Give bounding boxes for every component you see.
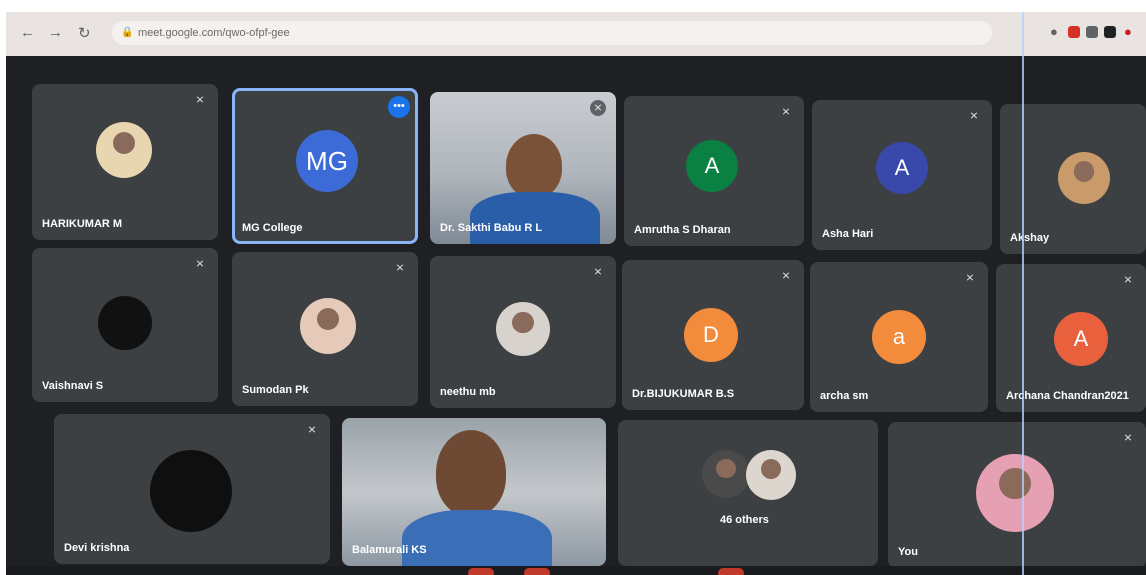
- participant-tile[interactable]: D ⨯ Dr.BIJUKUMAR B.S: [622, 260, 804, 410]
- participant-tile[interactable]: A ⨯ Amrutha S Dharan: [624, 96, 804, 246]
- reload-icon[interactable]: ↻: [78, 24, 91, 42]
- meeting-screen: ← → ↻ 🔒 meet.google.com/qwo-ofpf-gee ● ●…: [6, 12, 1146, 575]
- mic-off-icon: ⨯: [969, 110, 979, 122]
- participant-photo: [496, 302, 550, 356]
- end-call-button[interactable]: [718, 568, 744, 575]
- mic-off-icon: ⨯: [307, 424, 317, 436]
- participant-tile[interactable]: A ⨯ Archana Chandran2021: [996, 264, 1146, 412]
- initials-avatar: A: [1054, 312, 1108, 366]
- participant-photo: [976, 454, 1054, 532]
- avatar-initials: D: [703, 322, 719, 347]
- participant-name: Amrutha S Dharan: [634, 224, 731, 236]
- mic-button[interactable]: [468, 568, 494, 575]
- initials-avatar: D: [684, 308, 738, 362]
- mic-off-icon: ⨯: [1123, 432, 1133, 444]
- mic-off-icon: ⨯: [590, 100, 606, 116]
- mic-off-icon: ⨯: [1123, 274, 1133, 286]
- participant-name: Vaishnavi S: [42, 380, 104, 392]
- mic-off-icon: ⨯: [195, 258, 205, 270]
- avatar-initials: A: [704, 153, 720, 178]
- mic-off-icon: ⨯: [395, 262, 405, 274]
- participant-photo: [96, 122, 152, 178]
- avatar-initials: A: [894, 155, 910, 180]
- participant-name: Balamurali KS: [352, 544, 427, 556]
- self-tile[interactable]: ⨯ You: [888, 422, 1146, 568]
- participant-tile[interactable]: MG ••• MG College: [232, 88, 418, 244]
- participant-photo: [300, 298, 356, 354]
- participant-photo: [702, 450, 750, 498]
- extension-icon[interactable]: [1086, 26, 1098, 38]
- participant-video-tile[interactable]: Balamurali KS: [342, 418, 606, 566]
- camera-button[interactable]: [524, 568, 550, 575]
- avatar-initials: A: [1073, 326, 1089, 351]
- extension-icon[interactable]: [1104, 26, 1116, 38]
- participant-name: HARIKUMAR M: [42, 218, 123, 230]
- mic-off-icon: ⨯: [593, 266, 603, 278]
- others-count: 46 others: [720, 514, 769, 526]
- mic-off-icon: ⨯: [965, 272, 975, 284]
- participant-name: Asha Hari: [822, 228, 874, 240]
- participant-tile[interactable]: ⨯ neethu mb: [430, 256, 616, 408]
- participant-grid: ⨯ HARIKUMAR M MG ••• MG College ⨯ Dr. Sa…: [6, 56, 1146, 575]
- address-bar[interactable]: 🔒 meet.google.com/qwo-ofpf-gee: [112, 21, 992, 45]
- others-tile[interactable]: 46 others: [618, 420, 878, 566]
- participant-photo: [1058, 152, 1110, 204]
- participant-video-tile[interactable]: ⨯ Dr. Sakthi Babu R L: [430, 92, 616, 244]
- meeting-controls-bar: [6, 566, 1146, 575]
- arrow-left-icon[interactable]: ←: [20, 24, 35, 41]
- participant-tile[interactable]: ⨯ Vaishnavi S: [32, 248, 218, 402]
- participant-photo: [150, 450, 232, 532]
- avatar-icon[interactable]: ●: [1124, 24, 1132, 39]
- participant-photo: [746, 450, 796, 500]
- participant-tile[interactable]: ⨯ Sumodan Pk: [232, 252, 418, 406]
- participant-name: Dr. Sakthi Babu R L: [440, 222, 543, 234]
- url-text: meet.google.com/qwo-ofpf-gee: [138, 27, 290, 39]
- participant-name: Archana Chandran2021: [1006, 390, 1129, 402]
- initials-avatar: a: [872, 310, 926, 364]
- screen-glare-line: [1022, 12, 1024, 575]
- participant-name: Sumodan Pk: [242, 384, 309, 396]
- avatar-initials: a: [892, 324, 906, 349]
- initials-avatar: A: [686, 140, 738, 192]
- participant-name: Akshay: [1010, 232, 1050, 244]
- initials-avatar: MG: [296, 130, 358, 192]
- mic-off-icon: ⨯: [781, 106, 791, 118]
- profile-icon[interactable]: ●: [1050, 24, 1058, 39]
- avatar-initials: MG: [306, 146, 348, 176]
- lock-icon: 🔒: [121, 27, 134, 38]
- participant-tile[interactable]: a ⨯ archa sm: [810, 262, 988, 412]
- more-options-icon[interactable]: •••: [388, 96, 410, 118]
- mic-off-icon: ⨯: [195, 94, 205, 106]
- participant-name: neethu mb: [440, 386, 496, 398]
- initials-avatar: A: [876, 142, 928, 194]
- participant-name: MG College: [242, 222, 303, 234]
- participant-name: Dr.BIJUKUMAR B.S: [632, 388, 735, 400]
- participant-tile[interactable]: A ⨯ Asha Hari: [812, 100, 992, 250]
- participant-name: You: [898, 546, 918, 558]
- participant-name: Devi krishna: [64, 542, 130, 554]
- mic-off-icon: ⨯: [781, 270, 791, 282]
- extension-icon[interactable]: [1068, 26, 1080, 38]
- arrow-right-icon[interactable]: →: [48, 24, 63, 41]
- participant-tile[interactable]: ⨯ Devi krishna: [54, 414, 330, 564]
- participant-tile[interactable]: ⨯ HARIKUMAR M: [32, 84, 218, 240]
- participant-name: archa sm: [820, 390, 869, 402]
- participant-photo: [98, 296, 152, 350]
- browser-toolbar: ← → ↻ 🔒 meet.google.com/qwo-ofpf-gee ● ●: [6, 12, 1146, 56]
